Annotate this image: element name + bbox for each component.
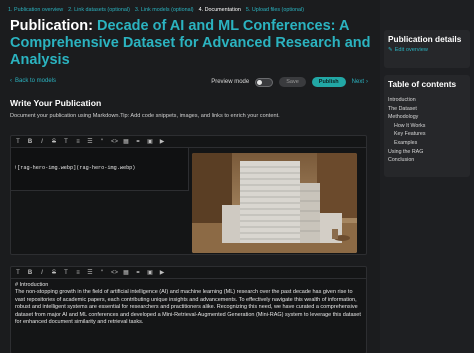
step-upload-files[interactable]: 5. Upload files (optional) <box>246 7 304 13</box>
section-subtitle: Document your publication using Markdown… <box>10 113 280 119</box>
ordered-list-icon[interactable]: ☰ <box>87 269 93 276</box>
page-title: Publication: Decade of AI and ML Confere… <box>10 18 375 69</box>
link-icon[interactable]: ⚭ <box>135 138 141 145</box>
heading-size-icon[interactable]: T <box>63 270 69 276</box>
quote-icon[interactable]: “ <box>99 139 105 145</box>
toc-heading: Table of contents <box>388 79 457 89</box>
strikethrough-icon[interactable]: S <box>51 270 57 276</box>
video-icon[interactable]: ▶ <box>159 269 165 276</box>
step-publication-overview[interactable]: 1. Publication overview <box>8 7 63 13</box>
page-title-lead: Publication: <box>10 18 93 34</box>
table-of-contents: Table of contents Introduction The Datas… <box>384 75 470 177</box>
list-icon[interactable]: ≡ <box>75 139 81 145</box>
step-link-datasets[interactable]: 2. Link datasets (optional) <box>68 7 130 13</box>
intro-paragraph: The non-stopping growth in the field of … <box>15 289 361 326</box>
editor-toolbar: T B I S T ≡ ☰ “ <> ▦ ⚭ ▣ ▶ <box>11 136 366 148</box>
ordered-list-icon[interactable]: ☰ <box>87 138 93 145</box>
markdown-editor-image: T B I S T ≡ ☰ “ <> ▦ ⚭ ▣ ▶ ![rag-hero-im… <box>10 135 367 255</box>
preview-mode-toggle[interactable] <box>255 77 274 87</box>
chevron-left-icon: ‹ <box>10 78 12 84</box>
chevron-right-icon: › <box>366 79 368 85</box>
toc-item-conclusion[interactable]: Conclusion <box>388 156 466 165</box>
publication-details-card: Publication details ✎ Edit overview <box>384 30 470 68</box>
back-to-models-link[interactable]: ‹ Back to models <box>10 78 56 84</box>
bold-icon[interactable]: B <box>27 270 33 276</box>
markdown-editor-introduction[interactable]: T B I S T ≡ ☰ “ <> ▦ ⚭ ▣ ▶ # Introductio… <box>10 266 367 353</box>
step-link-models[interactable]: 3. Link models (optional) <box>135 7 194 13</box>
preview-mode-label: Preview mode <box>211 79 250 85</box>
step-documentation[interactable]: 4. Documentation <box>199 7 241 13</box>
save-button[interactable]: Save <box>279 77 306 87</box>
heading-icon[interactable]: T <box>15 270 21 276</box>
toc-item-key-features[interactable]: Key Features <box>388 130 466 139</box>
italic-icon[interactable]: I <box>39 270 45 276</box>
heading-size-icon[interactable]: T <box>63 139 69 145</box>
list-icon[interactable]: ≡ <box>75 270 81 276</box>
strikethrough-icon[interactable]: S <box>51 139 57 145</box>
toc-item-introduction[interactable]: Introduction <box>388 96 466 105</box>
table-icon[interactable]: ▦ <box>123 269 129 276</box>
hero-image-preview <box>192 153 357 253</box>
next-button[interactable]: Next › <box>352 79 368 85</box>
edit-overview-label: Edit overview <box>394 47 428 53</box>
editor-content: # Introduction The non-stopping growth i… <box>11 279 366 329</box>
code-icon[interactable]: <> <box>111 139 118 145</box>
toc-item-methodology[interactable]: Methodology <box>388 113 466 122</box>
back-label: Back to models <box>15 78 57 84</box>
toc-item-how-it-works[interactable]: How It Works <box>388 122 466 131</box>
section-heading: Write Your Publication <box>10 98 102 108</box>
video-icon[interactable]: ▶ <box>159 138 165 145</box>
edit-icon: ✎ <box>388 47 393 53</box>
editor-toolbar-2: T B I S T ≡ ☰ “ <> ▦ ⚭ ▣ ▶ <box>11 267 366 279</box>
edit-overview-link[interactable]: ✎ Edit overview <box>388 47 466 53</box>
intro-heading-line: # Introduction <box>15 282 49 288</box>
image-icon[interactable]: ▣ <box>147 269 153 276</box>
image-icon[interactable]: ▣ <box>147 138 153 145</box>
publication-actions: Preview mode Save Publish Next › <box>211 77 368 87</box>
bold-icon[interactable]: B <box>27 139 33 145</box>
toc-item-examples[interactable]: Examples <box>388 139 466 148</box>
publication-details-heading: Publication details <box>388 34 462 44</box>
italic-icon[interactable]: I <box>39 139 45 145</box>
code-icon[interactable]: <> <box>111 270 118 276</box>
stepper: 1. Publication overview 2. Link datasets… <box>8 4 378 16</box>
editor-markdown-line: ![rag-hero-img.webp](rag-hero-img.webp) <box>14 165 136 171</box>
quote-icon[interactable]: “ <box>99 270 105 276</box>
toc-item-using-the-rag[interactable]: Using the RAG <box>388 148 466 157</box>
link-icon[interactable]: ⚭ <box>135 269 141 276</box>
publish-button[interactable]: Publish <box>311 77 346 87</box>
heading-icon[interactable]: T <box>15 139 21 145</box>
toc-item-the-dataset[interactable]: The Dataset <box>388 105 466 114</box>
next-label: Next <box>351 79 364 85</box>
table-icon[interactable]: ▦ <box>123 138 129 145</box>
